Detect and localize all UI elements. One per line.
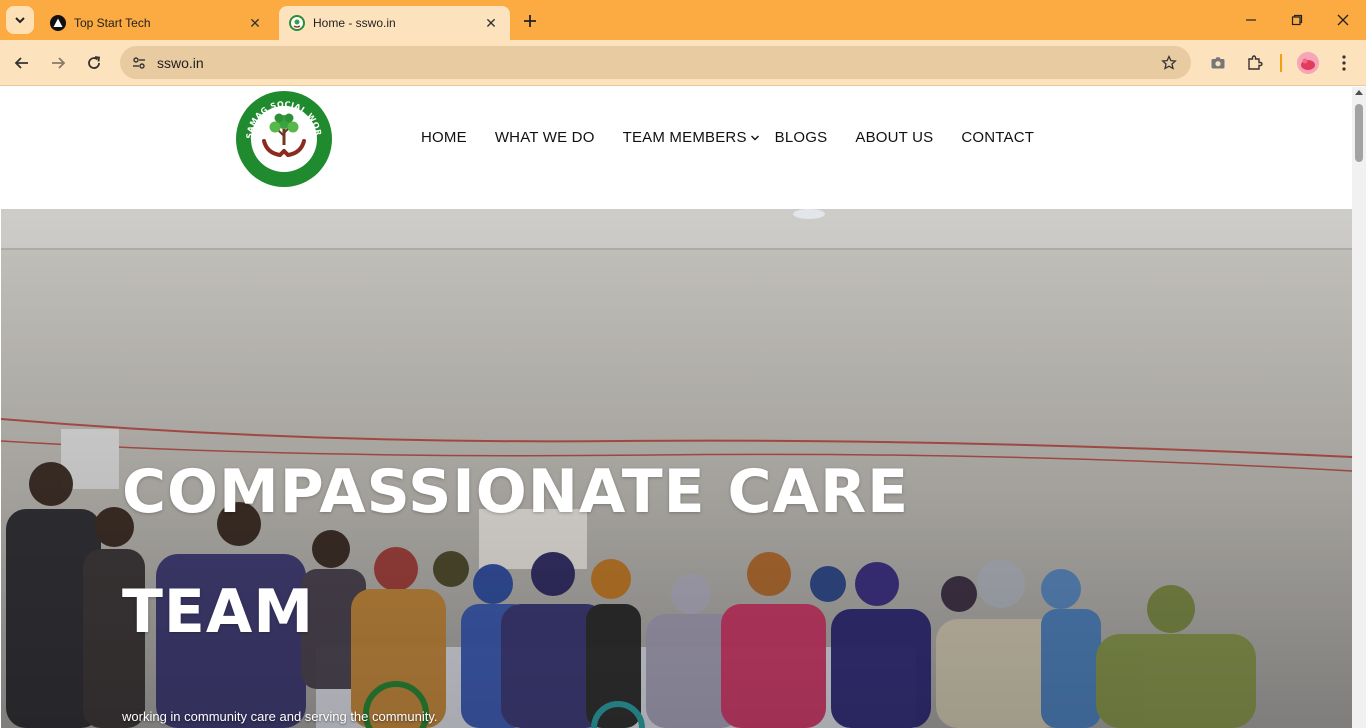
- nav-what-we-do-label: WHAT WE DO: [494, 128, 595, 146]
- extensions-button[interactable]: [1242, 50, 1268, 76]
- tab-top-start-tech[interactable]: Top Start Tech ✕: [40, 6, 274, 40]
- scroll-up-arrow-icon[interactable]: [1355, 90, 1363, 95]
- minimize-button[interactable]: [1237, 6, 1265, 34]
- nav-blogs[interactable]: BLOGS: [775, 129, 828, 146]
- sswo-favicon-icon: [289, 15, 305, 31]
- nav-team-members[interactable]: TEAM MEMBERS: [623, 129, 761, 146]
- nav-about-us-label: ABOUT US: [855, 128, 934, 146]
- nav-about-us[interactable]: ABOUT US: [855, 129, 933, 146]
- toolbar-divider: [1280, 54, 1282, 72]
- close-icon: [1337, 14, 1349, 26]
- address-url: sswo.in: [157, 55, 204, 71]
- scrollbar-thumb[interactable]: [1355, 104, 1363, 162]
- arrow-left-icon: [14, 57, 28, 69]
- screenshot-button[interactable]: [1205, 50, 1231, 76]
- bookmark-button[interactable]: [1159, 53, 1179, 73]
- close-tab-icon[interactable]: ✕: [246, 14, 264, 32]
- close-window-button[interactable]: [1329, 6, 1357, 34]
- sswo-logo[interactable]: SAMAG SOCIAL WORKERS ORGANIZATION SSWO: [234, 89, 334, 189]
- main-navigation: HOME WHAT WE DO TEAM MEMBERS BLOGS ABOUT…: [421, 127, 1034, 147]
- more-vertical-icon: [1342, 55, 1346, 71]
- reload-icon: [88, 56, 101, 69]
- tab-title: Home - sswo.in: [313, 16, 396, 30]
- puzzle-icon: [1248, 55, 1263, 70]
- chevron-down-icon: [750, 135, 759, 141]
- minimize-icon: [1246, 19, 1256, 21]
- profile-avatar[interactable]: [1297, 52, 1319, 74]
- nav-home[interactable]: HOME: [421, 129, 467, 146]
- close-tab-icon[interactable]: ✕: [482, 14, 500, 32]
- web-page: SAMAG SOCIAL WORKERS ORGANIZATION SSWO H…: [0, 87, 1352, 728]
- reload-button[interactable]: [80, 49, 108, 77]
- nav-contact-label: CONTACT: [961, 128, 1035, 146]
- star-icon: [1161, 55, 1177, 70]
- hero-title-line2: TEAM: [122, 577, 315, 647]
- tab-search-button[interactable]: [6, 6, 34, 34]
- browser-toolbar: sswo.in: [0, 40, 1366, 86]
- restore-icon: [1291, 14, 1303, 26]
- restore-button[interactable]: [1283, 6, 1311, 34]
- profile-avatar-icon: [1297, 52, 1319, 74]
- page-scrollbar[interactable]: [1352, 87, 1366, 728]
- tab-title: Top Start Tech: [74, 16, 151, 30]
- new-tab-button[interactable]: [518, 9, 542, 33]
- nav-blogs-label: BLOGS: [774, 128, 828, 146]
- nav-what-we-do[interactable]: WHAT WE DO: [495, 129, 595, 146]
- nav-team-members-label: TEAM MEMBERS: [622, 128, 747, 146]
- camera-icon: [1211, 57, 1225, 69]
- chevron-down-icon: [15, 17, 25, 24]
- triangle-logo-icon: [50, 15, 66, 31]
- hero-banner: COMPASSIONATE CARE TEAM working in commu…: [1, 209, 1352, 728]
- tune-icon: [133, 57, 145, 69]
- browser-menu-button[interactable]: [1331, 50, 1357, 76]
- site-info-button[interactable]: [128, 52, 150, 74]
- plus-icon: [524, 15, 536, 27]
- back-button[interactable]: [8, 49, 36, 77]
- nav-contact[interactable]: CONTACT: [961, 129, 1034, 146]
- arrow-right-icon: [52, 57, 66, 69]
- forward-button[interactable]: [44, 49, 72, 77]
- browser-tab-bar: Top Start Tech ✕ Home - sswo.in ✕: [0, 0, 1366, 40]
- site-header: SAMAG SOCIAL WORKERS ORGANIZATION SSWO H…: [0, 87, 1352, 209]
- hero-title-line1: COMPASSIONATE CARE: [122, 457, 910, 527]
- tab-home-sswo[interactable]: Home - sswo.in ✕: [279, 6, 510, 40]
- address-bar[interactable]: sswo.in: [120, 46, 1191, 79]
- nav-home-label: HOME: [421, 128, 467, 146]
- hero-subtitle: working in community care and serving th…: [122, 709, 438, 724]
